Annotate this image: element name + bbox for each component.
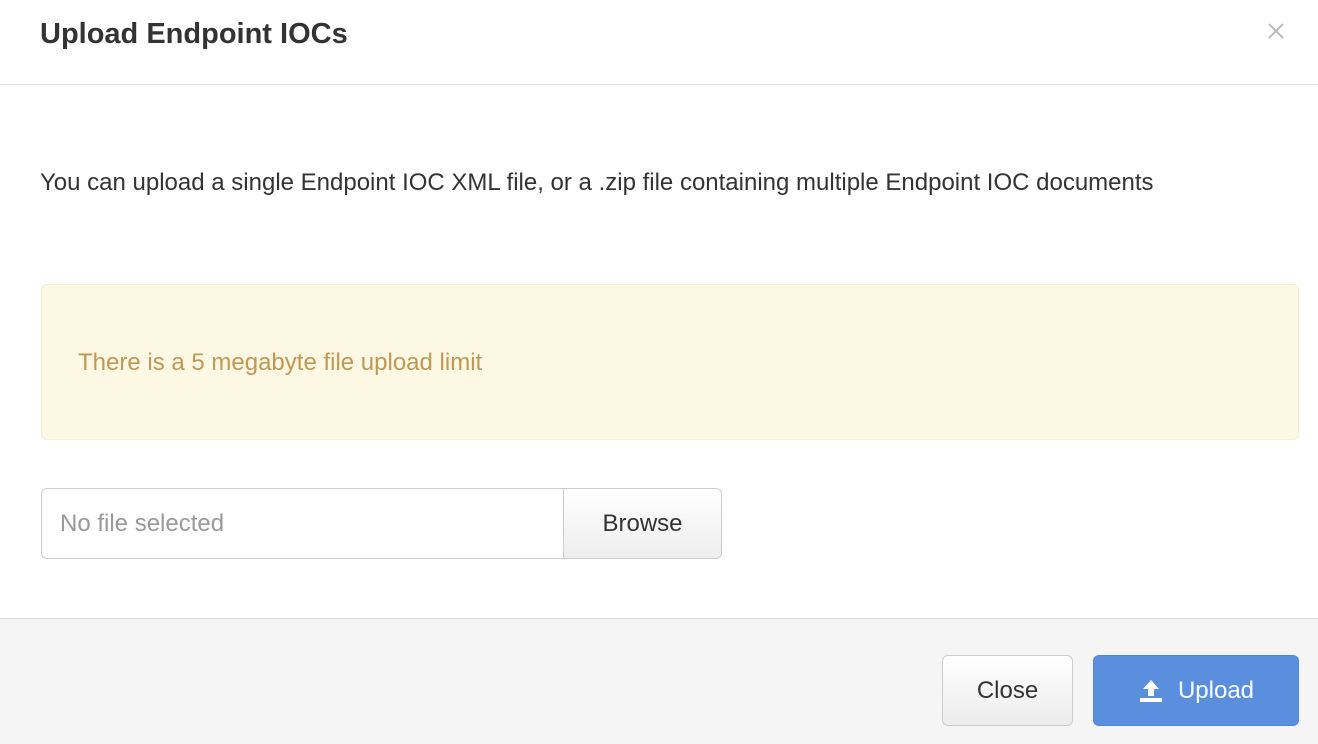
upload-dialog: Upload Endpoint IOCs You can upload a si… — [0, 0, 1318, 744]
upload-button[interactable]: Upload — [1093, 655, 1299, 726]
upload-icon — [1138, 678, 1164, 704]
file-name-field[interactable]: No file selected — [41, 488, 563, 559]
close-button[interactable]: Close — [942, 655, 1073, 726]
browse-button[interactable]: Browse — [563, 488, 722, 559]
size-limit-text: There is a 5 megabyte file upload limit — [78, 349, 483, 376]
upload-label: Upload — [1177, 677, 1255, 704]
dialog-footer: Close Upload — [0, 618, 1318, 744]
dialog-header: Upload Endpoint IOCs — [0, 0, 1318, 85]
upload-description: You can upload a single Endpoint IOC XML… — [40, 169, 1154, 196]
size-limit-alert: There is a 5 megabyte file upload limit — [41, 284, 1299, 440]
close-icon[interactable] — [1262, 14, 1290, 46]
dialog-title: Upload Endpoint IOCs — [40, 18, 348, 50]
file-input-group: No file selected Browse — [41, 488, 722, 559]
